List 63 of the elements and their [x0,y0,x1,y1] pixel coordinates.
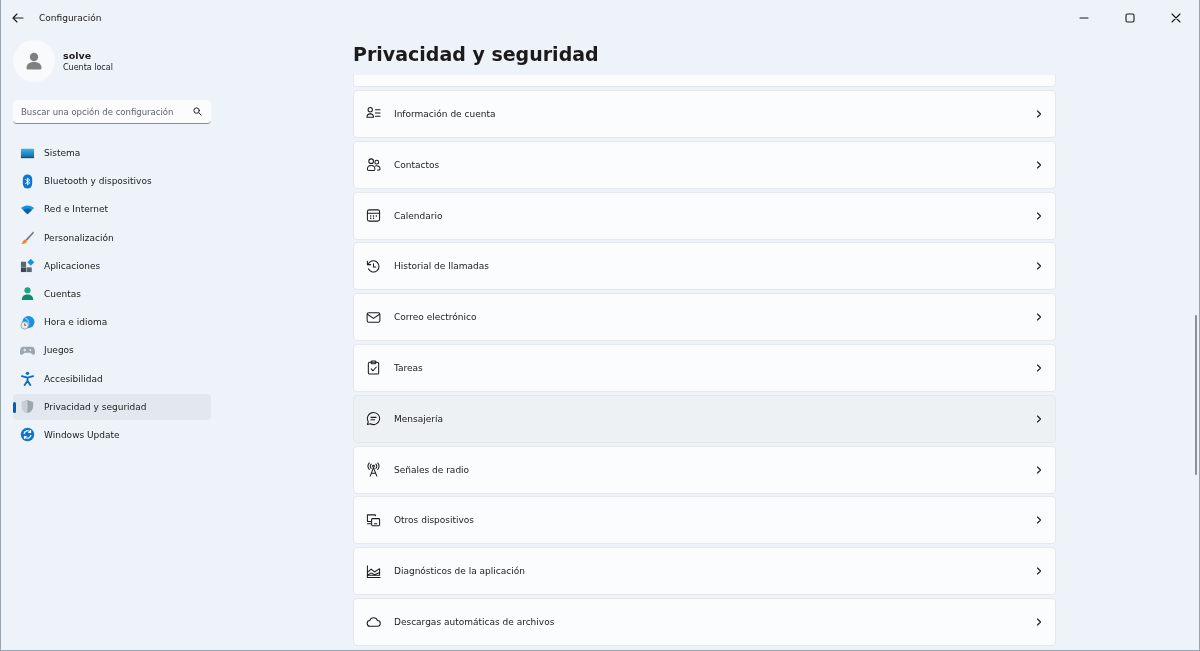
chevron-right-icon [1035,465,1043,474]
chat-icon [366,411,381,427]
person-icon [24,51,44,71]
back-icon[interactable] [11,11,25,25]
sidebar-item[interactable]: Windows Update [13,421,211,448]
chevron-right-icon [1035,110,1043,118]
sync-icon [20,427,35,443]
chevron-right-icon [1035,160,1043,169]
accessibility-icon [20,371,35,386]
settings-row[interactable]: Otros dispositivos [353,496,1056,545]
envelope-icon [366,309,381,325]
settings-row[interactable]: Descargas automáticas de archivos [353,597,1056,646]
sidebar-item[interactable]: Accesibilidad [13,365,211,392]
cloud-icon [366,614,381,630]
person-icon [20,286,35,302]
settings-row[interactable]: Señales de radio [353,445,1056,494]
antenna-icon [366,462,381,478]
close-icon [1171,13,1181,23]
sidebar-item[interactable]: Privacidad y seguridad [13,393,211,420]
area-chart-icon [366,563,381,579]
chevron-right-icon [1035,516,1043,525]
chevron-right-icon [1035,313,1043,322]
settings-row[interactable]: Información de cuenta [353,90,1056,138]
sidebar-item[interactable]: Bluetooth y dispositivos [13,168,211,195]
sidebar-item[interactable]: Personalización [13,224,211,251]
chevron-right-icon [1035,567,1043,576]
calendar-icon [366,208,381,224]
apps-icon [20,258,35,274]
search-icon [193,107,202,116]
settings-row[interactable]: Correo electrónico [353,293,1056,342]
settings-row[interactable]: Contactos [353,140,1056,189]
devices-icon [366,512,381,528]
account-name: solve [63,50,93,61]
settings-row[interactable]: Historial de llamadas [353,242,1056,291]
settings-row[interactable]: Tareas [353,343,1056,392]
chevron-right-icon [1035,211,1043,220]
sidebar-item[interactable]: Red e Internet [13,196,211,223]
people-icon [366,157,381,173]
page-title: Privacidad y seguridad [353,42,600,67]
chevron-right-icon [1035,617,1043,626]
chevron-right-icon [1035,414,1043,423]
chevron-right-icon [1035,262,1043,271]
sidebar-item[interactable]: Cuentas [13,280,211,307]
history-icon [366,258,381,274]
scrollbar[interactable] [1195,315,1197,475]
settings-row[interactable]: Diagnósticos de la aplicación [353,547,1056,596]
bluetooth-icon [20,173,35,189]
window-title: Configuración [39,13,102,23]
clipboard-check-icon [366,360,381,376]
chevron-right-icon [1035,363,1043,372]
brush-icon [20,230,35,246]
settings-row[interactable]: Mensajería [353,394,1056,443]
sidebar-item[interactable]: Hora e idioma [13,309,211,336]
sidebar-item[interactable]: Aplicaciones [13,252,211,279]
sidebar-item[interactable]: Sistema [13,140,211,166]
account-type: Cuenta local [63,63,113,72]
settings-row[interactable]: Calendario [353,191,1056,240]
globe-clock-icon [20,314,35,330]
shield-icon [20,399,35,415]
sidebar-item[interactable]: Juegos [13,337,211,364]
search-field[interactable]: Buscar una opción de configuración [13,100,211,124]
maximize-icon [1125,13,1135,23]
selection-indicator [13,401,16,413]
